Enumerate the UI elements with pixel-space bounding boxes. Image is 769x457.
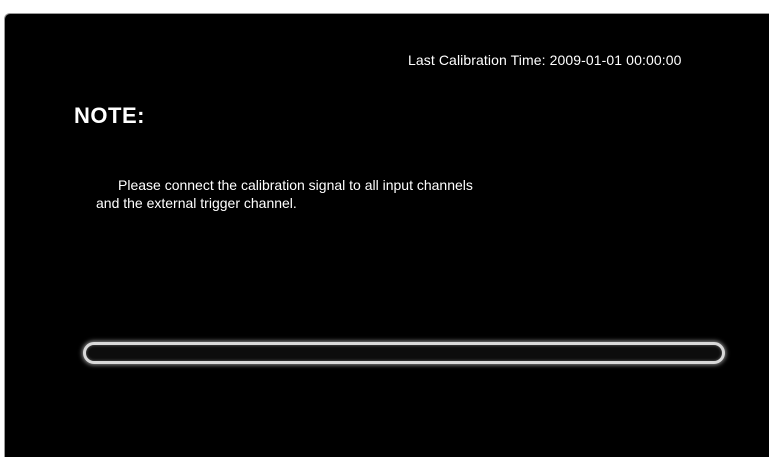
calibration-dialog: Last Calibration Time: 2009-01-01 00:00:… — [4, 13, 769, 457]
note-heading: NOTE: — [74, 103, 145, 128]
last-calibration-time: Last Calibration Time: 2009-01-01 00:00:… — [408, 52, 682, 68]
calibration-progress-bar — [83, 342, 725, 364]
instruction-message: Please connect the calibration signal to… — [96, 176, 473, 212]
instruction-line-2: and the external trigger channel. — [96, 195, 297, 211]
instruction-line-1: Please connect the calibration signal to… — [118, 177, 473, 193]
